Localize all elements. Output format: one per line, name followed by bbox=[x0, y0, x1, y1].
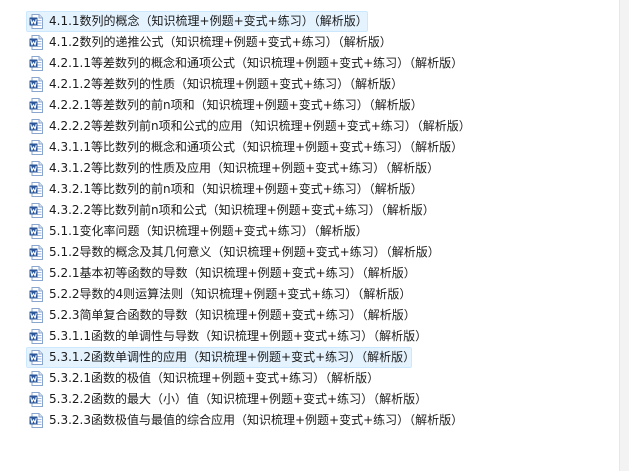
word-document-icon bbox=[29, 77, 43, 92]
file-item[interactable]: 5.3.2.1函数的极值（知识梳理+例题+变式+练习）（解析版） bbox=[26, 368, 606, 389]
word-document-icon bbox=[29, 56, 43, 71]
word-document-icon bbox=[29, 245, 43, 260]
file-list-pane: 4.1.1数列的概念（知识梳理+例题+变式+练习）（解析版） 4.1.2数列的递… bbox=[0, 0, 619, 471]
file-name: 4.3.1.2等比数列的性质及应用（知识梳理+例题+变式+练习）（解析版） bbox=[49, 161, 440, 175]
word-document-icon bbox=[29, 14, 43, 29]
file-item[interactable]: 4.1.1数列的概念（知识梳理+例题+变式+练习）（解析版） bbox=[26, 11, 368, 32]
file-item[interactable]: 5.3.2.3函数极值与最值的综合应用（知识梳理+例题+变式+练习）（解析版） bbox=[26, 410, 606, 431]
word-document-icon bbox=[29, 98, 43, 113]
word-document-icon bbox=[29, 329, 43, 344]
file-name: 4.3.2.1等比数列的前n项和（知识梳理+例题+变式+练习）（解析版） bbox=[49, 182, 423, 196]
file-name: 5.3.2.1函数的极值（知识梳理+例题+变式+练习）（解析版） bbox=[49, 371, 380, 385]
word-document-icon bbox=[29, 119, 43, 134]
file-name: 5.3.1.1函数的单调性与导数（知识梳理+例题+变式+练习）（解析版） bbox=[49, 329, 428, 343]
word-document-icon bbox=[29, 161, 43, 176]
file-item[interactable]: 5.3.1.2函数单调性的应用（知识梳理+例题+变式+练习）（解析版） bbox=[26, 347, 416, 368]
word-document-icon bbox=[29, 35, 43, 50]
file-list: 4.1.1数列的概念（知识梳理+例题+变式+练习）（解析版） 4.1.2数列的递… bbox=[26, 11, 606, 431]
word-document-icon bbox=[29, 140, 43, 155]
file-name: 5.1.1变化率问题（知识梳理+例题+变式+练习）（解析版） bbox=[49, 224, 368, 238]
file-item[interactable]: 5.2.3简单复合函数的导数（知识梳理+例题+变式+练习）（解析版） bbox=[26, 305, 606, 326]
file-item[interactable]: 4.2.1.1等差数列的概念和通项公式（知识梳理+例题+变式+练习）（解析版） bbox=[26, 53, 606, 74]
word-document-icon bbox=[29, 392, 43, 407]
file-name: 4.2.1.2等差数列的性质（知识梳理+例题+变式+练习）（解析版） bbox=[49, 77, 404, 91]
file-name: 4.2.2.2等差数列前n项和公式的应用（知识梳理+例题+变式+练习）（解析版） bbox=[49, 119, 471, 133]
file-item[interactable]: 4.2.1.2等差数列的性质（知识梳理+例题+变式+练习）（解析版） bbox=[26, 74, 606, 95]
file-item[interactable]: 5.1.2导数的概念及其几何意义（知识梳理+例题+变式+练习）（解析版） bbox=[26, 242, 606, 263]
file-name: 4.2.2.1等差数列的前n项和（知识梳理+例题+变式+练习）（解析版） bbox=[49, 98, 423, 112]
file-name: 5.1.2导数的概念及其几何意义（知识梳理+例题+变式+练习）（解析版） bbox=[49, 245, 440, 259]
file-name: 4.3.1.1等比数列的概念和通项公式（知识梳理+例题+变式+练习）（解析版） bbox=[49, 140, 464, 154]
file-item[interactable]: 4.3.1.2等比数列的性质及应用（知识梳理+例题+变式+练习）（解析版） bbox=[26, 158, 606, 179]
word-document-icon bbox=[29, 371, 43, 386]
file-item[interactable]: 4.3.2.1等比数列的前n项和（知识梳理+例题+变式+练习）（解析版） bbox=[26, 179, 606, 200]
file-item[interactable]: 4.1.2数列的递推公式（知识梳理+例题+变式+练习）（解析版） bbox=[26, 32, 606, 53]
file-item[interactable]: 4.3.1.1等比数列的概念和通项公式（知识梳理+例题+变式+练习）（解析版） bbox=[26, 137, 606, 158]
file-name: 5.2.3简单复合函数的导数（知识梳理+例题+变式+练习）（解析版） bbox=[49, 308, 416, 322]
file-item[interactable]: 5.3.2.2函数的最大（小）值（知识梳理+例题+变式+练习）（解析版） bbox=[26, 389, 606, 410]
word-document-icon bbox=[29, 413, 43, 428]
word-document-icon bbox=[29, 224, 43, 239]
word-document-icon bbox=[29, 203, 43, 218]
file-item[interactable]: 4.3.2.2等比数列前n项和公式（知识梳理+例题+变式+练习）（解析版） bbox=[26, 200, 606, 221]
file-name: 5.3.1.2函数单调性的应用（知识梳理+例题+变式+练习）（解析版） bbox=[49, 350, 416, 364]
vertical-scrollbar[interactable] bbox=[619, 0, 629, 471]
file-name: 5.3.2.3函数极值与最值的综合应用（知识梳理+例题+变式+练习）（解析版） bbox=[49, 413, 464, 427]
file-item[interactable]: 4.2.2.2等差数列前n项和公式的应用（知识梳理+例题+变式+练习）（解析版） bbox=[26, 116, 606, 137]
file-item[interactable]: 5.3.1.1函数的单调性与导数（知识梳理+例题+变式+练习）（解析版） bbox=[26, 326, 606, 347]
word-document-icon bbox=[29, 266, 43, 281]
file-name: 5.2.2导数的4则运算法则（知识梳理+例题+变式+练习）（解析版） bbox=[49, 287, 412, 301]
word-document-icon bbox=[29, 182, 43, 197]
word-document-icon bbox=[29, 287, 43, 302]
file-name: 4.2.1.1等差数列的概念和通项公式（知识梳理+例题+变式+练习）（解析版） bbox=[49, 56, 464, 70]
file-item[interactable]: 5.1.1变化率问题（知识梳理+例题+变式+练习）（解析版） bbox=[26, 221, 606, 242]
file-name: 4.1.2数列的递推公式（知识梳理+例题+变式+练习）（解析版） bbox=[49, 35, 392, 49]
file-item[interactable]: 5.2.2导数的4则运算法则（知识梳理+例题+变式+练习）（解析版） bbox=[26, 284, 606, 305]
file-name: 4.1.1数列的概念（知识梳理+例题+变式+练习）（解析版） bbox=[49, 14, 368, 28]
word-document-icon bbox=[29, 350, 43, 365]
word-document-icon bbox=[29, 308, 43, 323]
file-name: 5.3.2.2函数的最大（小）值（知识梳理+例题+变式+练习）（解析版） bbox=[49, 392, 428, 406]
file-item[interactable]: 5.2.1基本初等函数的导数（知识梳理+例题+变式+练习）（解析版） bbox=[26, 263, 606, 284]
file-name: 5.2.1基本初等函数的导数（知识梳理+例题+变式+练习）（解析版） bbox=[49, 266, 416, 280]
file-item[interactable]: 4.2.2.1等差数列的前n项和（知识梳理+例题+变式+练习）（解析版） bbox=[26, 95, 606, 116]
file-name: 4.3.2.2等比数列前n项和公式（知识梳理+例题+变式+练习）（解析版） bbox=[49, 203, 435, 217]
